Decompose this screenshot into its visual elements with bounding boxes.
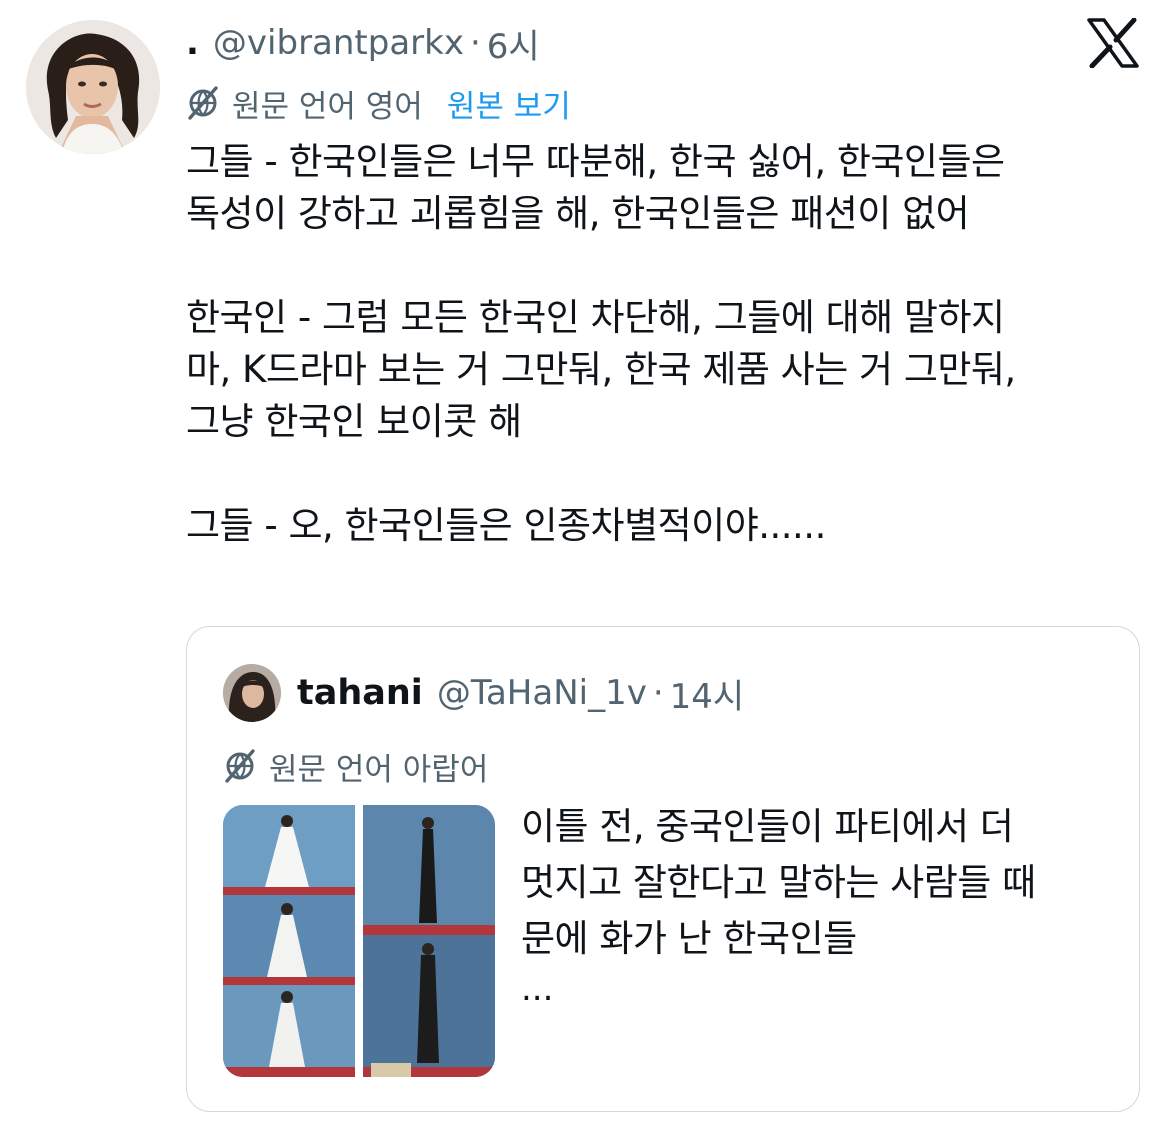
tweet-header: . @vibrantparkx · 6시 <box>186 18 540 68</box>
tweet-timestamp[interactable]: 6시 <box>487 19 540 68</box>
translate-globe-icon <box>186 86 220 120</box>
header-separator: · <box>469 23 481 63</box>
quoted-author-avatar[interactable] <box>223 664 281 722</box>
author-handle[interactable]: @vibrantparkx <box>213 23 464 63</box>
translation-row: 원문 언어 영어 원본 보기 <box>186 80 571 126</box>
show-original-link[interactable]: 원본 보기 <box>447 81 571 126</box>
quoted-header-separator: · <box>652 673 664 713</box>
quoted-author-name[interactable]: tahani <box>297 673 423 713</box>
quoted-tweet-ellipsis: ... <box>521 969 554 1009</box>
tweet-text: 그들 - 한국인들은 너무 따분해, 한국 싫어, 한국인들은 독성이 강하고 … <box>186 140 1016 547</box>
author-avatar[interactable] <box>26 20 160 154</box>
quoted-translation-label: 원문 언어 아랍어 <box>269 751 489 788</box>
translation-label: 원문 언어 영어 <box>232 88 423 125</box>
quoted-author-handle[interactable]: @TaHaNi_1v <box>437 673 647 713</box>
quoted-translation-row: 원문 언어 아랍어 <box>223 743 488 789</box>
quoted-tweet-timestamp[interactable]: 14시 <box>670 669 745 718</box>
quoted-tweet-card[interactable]: tahani @TaHaNi_1v · 14시 원문 언어 아랍어 이틀 전, … <box>186 626 1140 1112</box>
x-logo-icon <box>1086 17 1140 69</box>
quoted-tweet-text: 이틀 전, 중국인들이 파티에서 더 멋지고 잘한다고 말하는 사람들 때 문에… <box>521 805 1036 960</box>
author-name[interactable]: . <box>186 23 199 63</box>
translate-globe-icon <box>223 749 257 783</box>
quoted-tweet-header: tahani @TaHaNi_1v · 14시 <box>223 663 744 723</box>
quoted-media-thumbnail[interactable] <box>223 805 495 1077</box>
